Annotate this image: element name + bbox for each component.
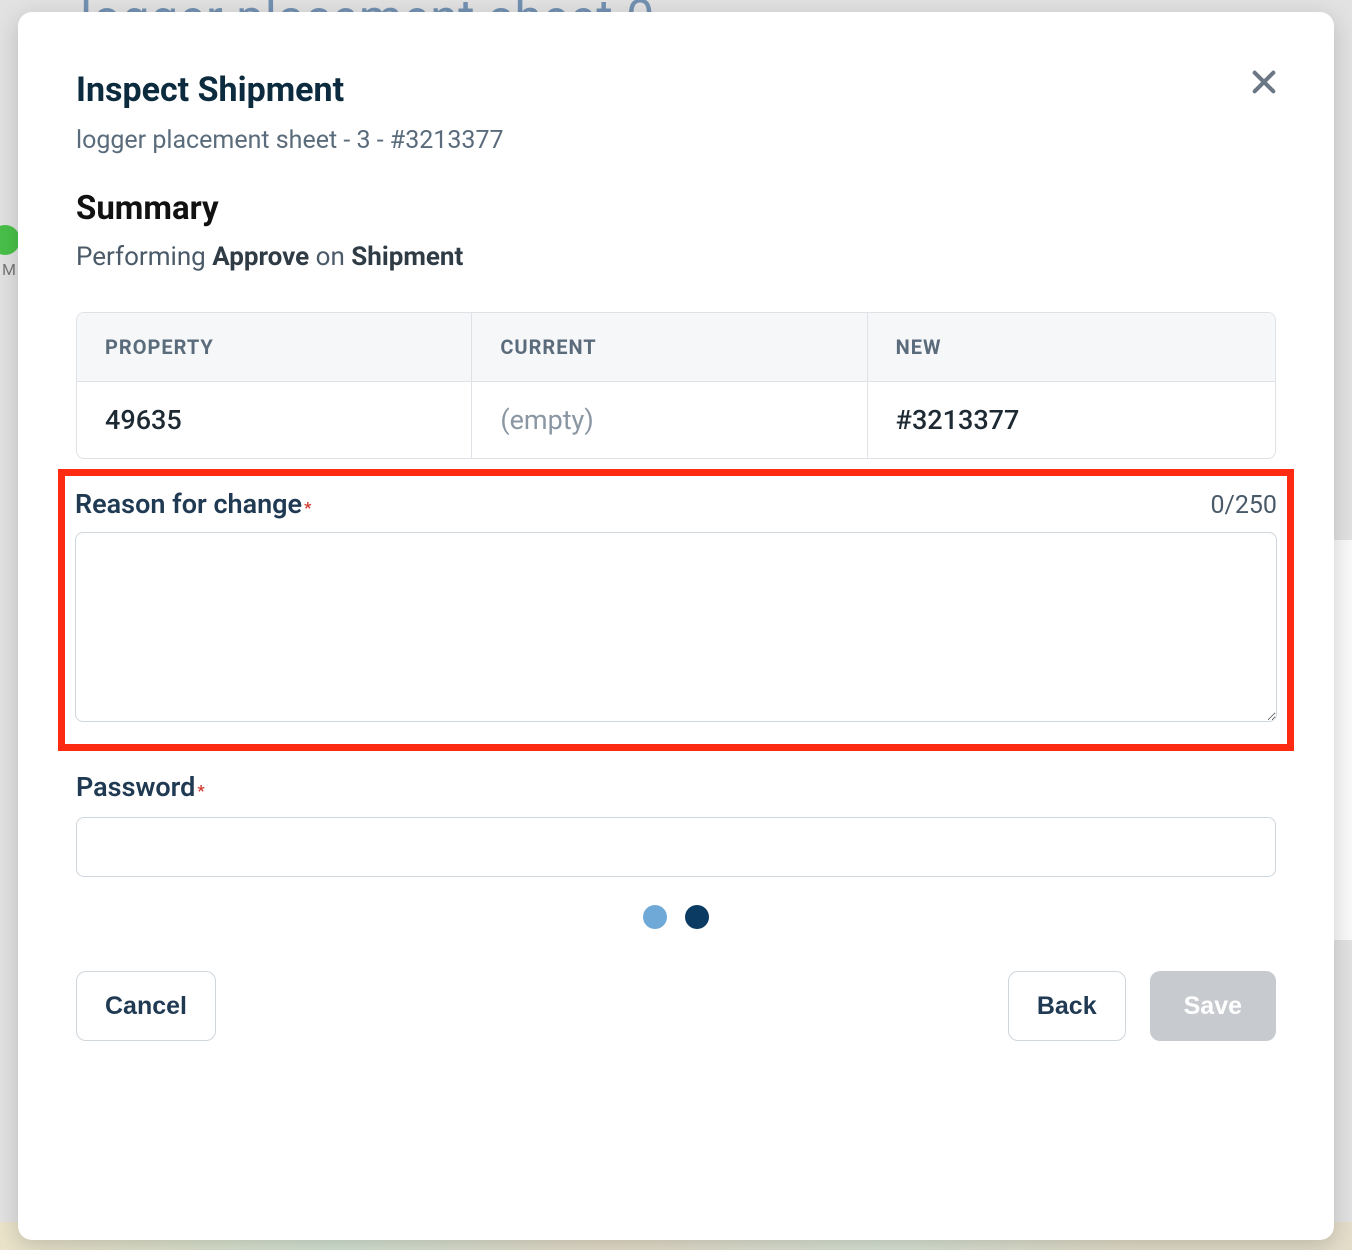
th-new: NEW bbox=[868, 313, 1275, 381]
summary-target: Shipment bbox=[351, 242, 463, 272]
save-button[interactable]: Save bbox=[1150, 971, 1276, 1041]
modal-title: Inspect Shipment bbox=[76, 70, 1276, 110]
modal-subtitle: logger placement sheet - 3 - #3213377 bbox=[76, 126, 1276, 155]
reason-required-asterisk: * bbox=[304, 498, 311, 517]
modal-footer: Cancel Back Save bbox=[76, 971, 1276, 1041]
td-property: 49635 bbox=[77, 382, 472, 458]
summary-action: Approve bbox=[212, 242, 309, 272]
password-label: Password bbox=[76, 771, 195, 803]
th-current: CURRENT bbox=[472, 313, 867, 381]
reason-char-counter: 0/250 bbox=[1210, 491, 1277, 520]
cancel-button[interactable]: Cancel bbox=[76, 971, 216, 1041]
summary-mid: on bbox=[309, 242, 351, 272]
background-right-panel-sliver bbox=[1332, 540, 1352, 940]
step-indicator bbox=[76, 905, 1276, 929]
password-required-asterisk: * bbox=[197, 781, 204, 800]
th-property: PROPERTY bbox=[77, 313, 472, 381]
summary-sentence: Performing Approve on Shipment bbox=[76, 242, 1276, 272]
table-header-row: PROPERTY CURRENT NEW bbox=[77, 313, 1275, 382]
password-input[interactable] bbox=[76, 817, 1276, 877]
summary-heading: Summary bbox=[76, 189, 1276, 228]
step-dot-2[interactable] bbox=[685, 905, 709, 929]
close-icon bbox=[1248, 66, 1280, 98]
inspect-shipment-modal: Inspect Shipment logger placement sheet … bbox=[18, 12, 1334, 1240]
reason-label: Reason for change bbox=[75, 488, 302, 520]
reason-for-change-highlight: Reason for change* 0/250 bbox=[58, 469, 1294, 751]
td-current: (empty) bbox=[472, 382, 867, 458]
summary-prefix: Performing bbox=[76, 242, 212, 272]
step-dot-1[interactable] bbox=[643, 905, 667, 929]
background-left-letter: M bbox=[2, 260, 16, 279]
table-row: 49635 (empty) #3213377 bbox=[77, 382, 1275, 458]
changes-table: PROPERTY CURRENT NEW 49635 (empty) #3213… bbox=[76, 312, 1276, 459]
close-button[interactable] bbox=[1244, 62, 1284, 102]
back-button[interactable]: Back bbox=[1008, 971, 1126, 1041]
reason-textarea[interactable] bbox=[75, 532, 1277, 722]
td-new: #3213377 bbox=[868, 382, 1275, 458]
